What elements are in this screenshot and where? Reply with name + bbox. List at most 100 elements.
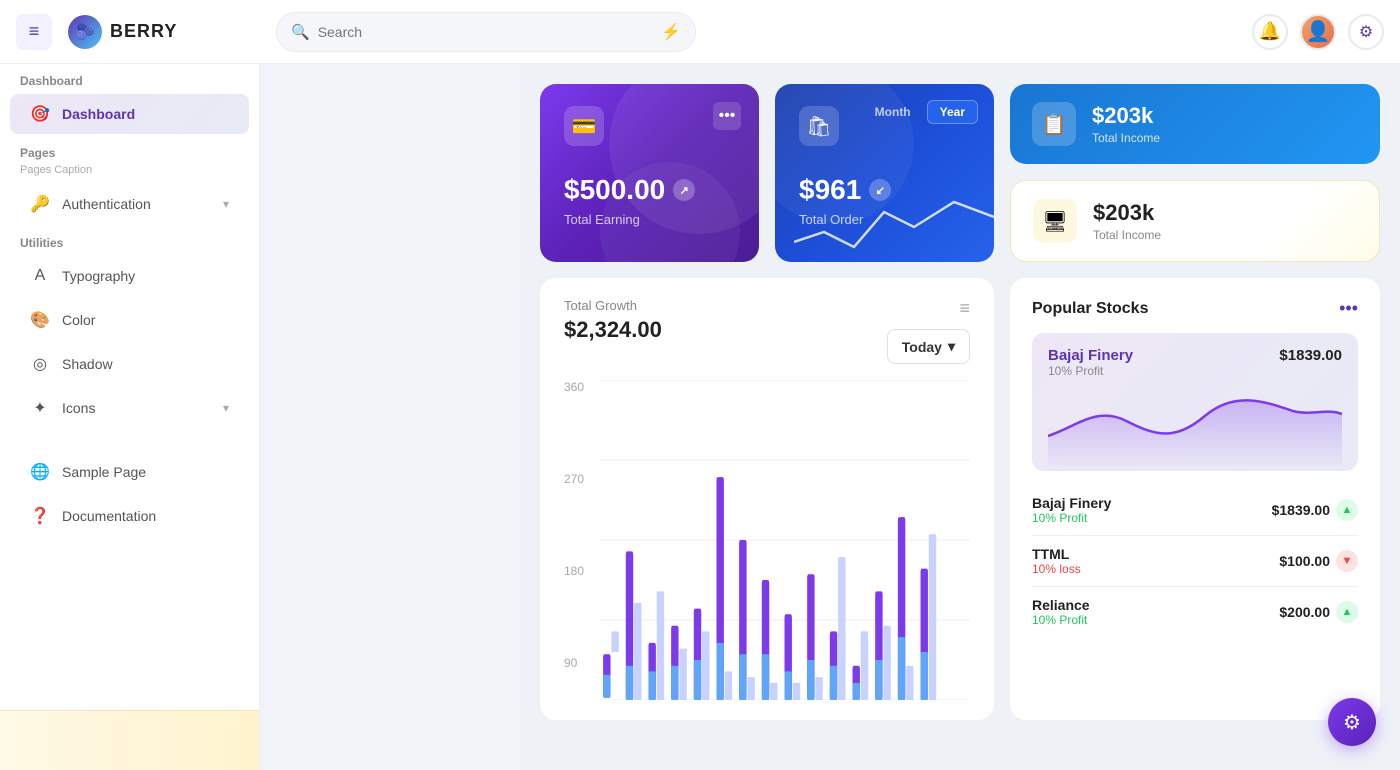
search-icon: 🔍 — [291, 23, 310, 41]
pages-caption: Pages Caption — [0, 164, 259, 182]
chart-menu-icon[interactable]: ≡ — [959, 298, 970, 319]
sidebar-item-authentication[interactable]: 🔑 Authentication ▾ — [10, 184, 249, 224]
y-label-180: 180 — [564, 564, 594, 578]
auth-icon: 🔑 — [30, 194, 50, 214]
stock-reliance-profit: 10% Profit — [1032, 613, 1090, 627]
chart-total: $2,324.00 — [564, 317, 662, 343]
sidebar-item-icons-label: Icons — [62, 400, 95, 416]
chart-title-label: Total Growth — [564, 298, 662, 313]
y-label-360: 360 — [564, 380, 594, 394]
fab-button[interactable]: ⚙ — [1328, 698, 1376, 746]
featured-stock-chart — [1048, 386, 1342, 466]
documentation-icon: ❓ — [30, 506, 50, 526]
income-bottom-card: 🖥 $203k Total Income — [1010, 180, 1380, 262]
dashboard-section-label: Dashboard — [0, 64, 259, 92]
order-card: 🛍 Month Year $961 ↙ Total Order — [775, 84, 994, 262]
stock-bajaj-profit: 10% Profit — [1032, 511, 1111, 525]
chart-header: Total Growth $2,324.00 ≡ Today ▾ — [564, 298, 970, 364]
today-button[interactable]: Today ▾ — [887, 329, 970, 364]
sidebar-item-typography-label: Typography — [62, 268, 135, 284]
icons-chevron-icon: ▾ — [223, 401, 229, 415]
stocks-header: Popular Stocks ••• — [1032, 298, 1358, 319]
utilities-section-label: Utilities — [0, 226, 259, 254]
color-icon: 🎨 — [30, 310, 50, 330]
stock-reliance-trend-icon: ▲ — [1336, 601, 1358, 623]
earning-more-button[interactable]: ••• — [713, 102, 741, 130]
today-label: Today — [902, 339, 942, 355]
featured-stock-card: Bajaj Finery $1839.00 10% Profit — [1032, 333, 1358, 471]
sample-page-icon: 🌐 — [30, 462, 50, 482]
stock-ttml-price: $100.00 — [1279, 553, 1330, 569]
avatar[interactable]: 👤 — [1300, 14, 1336, 50]
income-bottom-label: Total Income — [1093, 228, 1161, 242]
auth-chevron-icon: ▾ — [223, 197, 229, 211]
earning-amount: $500.00 ↗ — [564, 174, 735, 206]
topbar: ≡ 🫐 BERRY 🔍 ⚡ 🔔 👤 ⚙ — [0, 0, 1400, 64]
sidebar-item-doc-label: Documentation — [62, 508, 156, 524]
income-top-amount: $203k — [1092, 103, 1160, 129]
sidebar-item-color-label: Color — [62, 312, 95, 328]
featured-stock-profit: 10% Profit — [1048, 364, 1342, 378]
sidebar-item-auth-label: Authentication — [62, 196, 151, 212]
y-label-270: 270 — [564, 472, 594, 486]
sidebar-bottom — [0, 710, 259, 770]
sidebar-item-sample-page[interactable]: 🌐 Sample Page — [10, 452, 249, 492]
stock-bajaj-name: Bajaj Finery — [1032, 495, 1111, 511]
settings-button[interactable]: ⚙ — [1348, 14, 1384, 50]
order-card-icon: 🛍 — [799, 106, 839, 146]
search-input[interactable] — [318, 24, 653, 40]
icons-icon: ✦ — [30, 398, 50, 418]
cards-row: 💳 ••• $500.00 ↗ Total Earning 🛍 Month Ye… — [540, 84, 1380, 262]
earning-label: Total Earning — [564, 212, 735, 227]
earning-badge: ↗ — [673, 179, 695, 201]
y-label-90: 90 — [564, 656, 594, 670]
logo-area: ≡ 🫐 BERRY — [16, 14, 276, 50]
sidebar-item-shadow[interactable]: ◎ Shadow — [10, 344, 249, 384]
logo-icon: 🫐 — [68, 15, 102, 49]
featured-stock-name: Bajaj Finery — [1048, 347, 1133, 364]
stock-reliance-name: Reliance — [1032, 597, 1090, 613]
sidebar-item-documentation[interactable]: ❓ Documentation — [10, 496, 249, 536]
notification-button[interactable]: 🔔 — [1252, 14, 1288, 50]
sidebar-item-color[interactable]: 🎨 Color — [10, 300, 249, 340]
featured-stock-price: $1839.00 — [1279, 347, 1342, 364]
income-top-label: Total Income — [1092, 131, 1160, 145]
year-toggle-button[interactable]: Year — [927, 100, 978, 124]
filter-icon[interactable]: ⚡ — [661, 22, 681, 42]
stocks-list: Bajaj Finery 10% Profit $1839.00 ▲ TTML … — [1032, 485, 1358, 637]
sidebar: Dashboard 🎯 Dashboard Pages Pages Captio… — [0, 0, 260, 770]
stock-ttml-name: TTML — [1032, 546, 1081, 562]
stock-reliance-price: $200.00 — [1279, 604, 1330, 620]
sidebar-item-dashboard-label: Dashboard — [62, 106, 135, 122]
income-bottom-amount: $203k — [1093, 200, 1161, 226]
earning-card: 💳 ••• $500.00 ↗ Total Earning — [540, 84, 759, 262]
sidebar-item-shadow-label: Shadow — [62, 356, 113, 372]
topbar-right: 🔔 👤 ⚙ — [1252, 14, 1384, 50]
sidebar-item-icons[interactable]: ✦ Icons ▾ — [10, 388, 249, 428]
stock-row-reliance: Reliance 10% Profit $200.00 ▲ — [1032, 587, 1358, 637]
stocks-card: Popular Stocks ••• Bajaj Finery $1839.00… — [1010, 278, 1380, 720]
month-year-toggle: Month Year — [863, 100, 978, 124]
income-top-card: 📋 $203k Total Income — [1010, 84, 1380, 164]
typography-icon: A — [30, 266, 50, 286]
chart-y-labels: 360 270 180 90 — [564, 380, 594, 670]
sidebar-item-sample-label: Sample Page — [62, 464, 146, 480]
month-toggle-button[interactable]: Month — [863, 100, 923, 124]
menu-button[interactable]: ≡ — [16, 14, 52, 50]
order-mini-chart — [794, 182, 994, 262]
dashboard-icon: 🎯 — [30, 104, 50, 124]
stock-ttml-trend-icon: ▼ — [1336, 550, 1358, 572]
sidebar-item-typography[interactable]: A Typography — [10, 256, 249, 296]
stocks-more-button[interactable]: ••• — [1339, 298, 1358, 319]
app-name: BERRY — [110, 21, 177, 42]
earning-card-icon: 💳 — [564, 106, 604, 146]
income-top-icon: 📋 — [1032, 102, 1076, 146]
search-bar[interactable]: 🔍 ⚡ — [276, 12, 696, 52]
chart-area: 360 270 180 90 — [564, 380, 970, 700]
growth-chart-card: Total Growth $2,324.00 ≡ Today ▾ 360 270… — [540, 278, 994, 720]
income-bottom-icon: 🖥 — [1033, 199, 1077, 243]
sidebar-item-dashboard[interactable]: 🎯 Dashboard — [10, 94, 249, 134]
pages-section-label: Pages — [0, 136, 259, 164]
bar-chart-svg — [599, 380, 970, 700]
stock-row-ttml: TTML 10% loss $100.00 ▼ — [1032, 536, 1358, 587]
